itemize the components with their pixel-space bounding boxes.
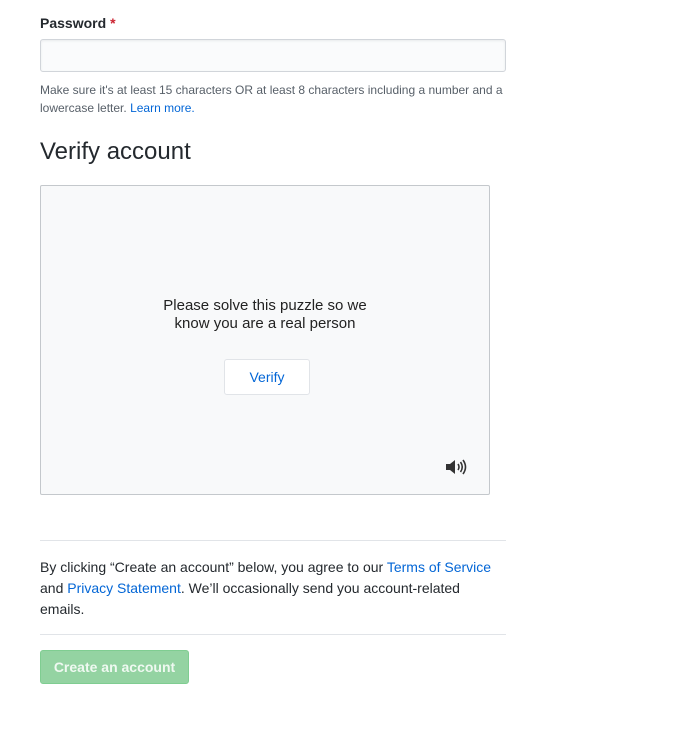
password-label-text: Password xyxy=(40,15,107,31)
terms-of-service-link[interactable]: Terms of Service xyxy=(387,559,491,575)
password-input[interactable] xyxy=(40,39,506,72)
required-marker: * xyxy=(110,15,116,31)
password-hint-text: Make sure it's at least 15 characters OR… xyxy=(40,83,503,115)
terms-middle: and xyxy=(40,580,68,596)
password-label: Password * xyxy=(40,14,116,32)
password-hint: Make sure it's at least 15 characters OR… xyxy=(40,81,510,117)
captcha-instructions-line-1: Please solve this puzzle so we xyxy=(163,297,367,314)
captcha-puzzle-frame: Please solve this puzzle so we know you … xyxy=(40,185,490,495)
create-account-button[interactable]: Create an account xyxy=(40,650,189,684)
terms-prefix: By clicking “Create an account” below, y… xyxy=(40,559,387,575)
verify-account-heading: Verify account xyxy=(40,138,191,165)
divider-top xyxy=(40,540,506,541)
privacy-statement-link[interactable]: Privacy Statement xyxy=(67,580,181,596)
captcha-instructions-line-2: know you are a real person xyxy=(174,315,356,332)
signup-form: Password * Make sure it's at least 15 cha… xyxy=(0,0,692,735)
captcha-instructions: Please solve this puzzle so we know you … xyxy=(41,297,489,333)
speaker-icon[interactable] xyxy=(445,458,467,476)
learn-more-link[interactable]: Learn more. xyxy=(130,101,195,115)
verify-button[interactable]: Verify xyxy=(224,359,310,395)
terms-notice: By clicking “Create an account” below, y… xyxy=(40,557,506,620)
divider-bottom xyxy=(40,634,506,635)
